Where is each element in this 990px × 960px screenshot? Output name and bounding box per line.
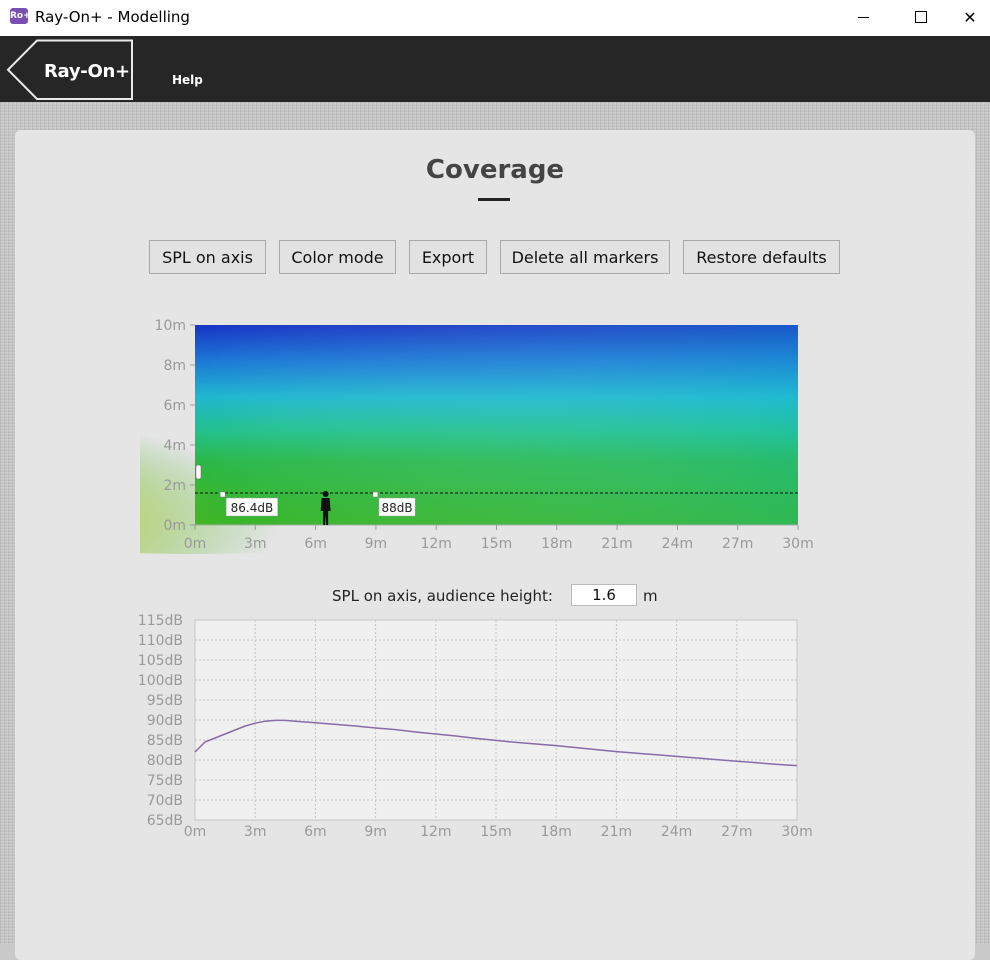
- marker-label: 86.4dB: [231, 501, 274, 515]
- spl-audience-row: SPL on axis, audience height: m: [0, 584, 990, 608]
- y-tick-label: 105dB: [138, 653, 183, 669]
- y-tick-label: 90dB: [147, 713, 183, 729]
- x-tick-label: 0m: [184, 536, 207, 552]
- restore-defaults-button[interactable]: Restore defaults: [683, 240, 840, 274]
- x-tick-label: 27m: [721, 824, 752, 840]
- marker-label: 88dB: [382, 501, 413, 515]
- y-tick-label: 2m: [163, 478, 186, 494]
- marker-handle[interactable]: [372, 491, 379, 498]
- heatmap-area: [140, 325, 798, 554]
- x-tick-label: 24m: [662, 536, 693, 552]
- window-title-bar: Ro+ Ray-On+ - Modelling ✕: [0, 0, 990, 36]
- x-tick-label: 9m: [365, 536, 388, 552]
- y-tick-label: 65dB: [147, 813, 183, 829]
- app-toolbar: Ray-On+ Help: [0, 36, 990, 102]
- speaker-icon[interactable]: [195, 464, 202, 480]
- minimize-button[interactable]: [834, 0, 892, 34]
- window-title: Ray-On+ - Modelling: [35, 8, 190, 26]
- x-tick-label: 9m: [364, 824, 387, 840]
- back-button[interactable]: Ray-On+: [6, 39, 136, 101]
- x-tick-label: 15m: [481, 536, 512, 552]
- audience-height-unit: m: [643, 587, 658, 605]
- y-tick-label: 6m: [163, 398, 186, 414]
- y-tick-label: 85dB: [147, 733, 183, 749]
- x-tick-label: 3m: [244, 536, 267, 552]
- x-tick-label: 3m: [244, 824, 267, 840]
- y-tick-label: 100dB: [138, 673, 183, 689]
- x-tick-label: 6m: [304, 536, 327, 552]
- marker-handle[interactable]: [219, 491, 226, 498]
- x-tick-label: 6m: [304, 824, 327, 840]
- maximize-button[interactable]: [892, 0, 950, 34]
- y-tick-label: 110dB: [138, 633, 183, 649]
- y-tick-label: 115dB: [138, 613, 183, 629]
- page-title: Coverage: [425, 155, 565, 185]
- x-tick-label: 0m: [184, 824, 207, 840]
- x-tick-label: 21m: [601, 536, 632, 552]
- y-tick-label: 80dB: [147, 753, 183, 769]
- coverage-map[interactable]: 10m 8m 6m 4m 2m 0m 0m 3m 6m 9m 12m 15m 18m 21m 24m 27m 3…: [140, 310, 840, 560]
- y-tick-label: 95dB: [147, 693, 183, 709]
- close-icon: ✕: [963, 7, 977, 27]
- x-tick-label: 30m: [782, 536, 813, 552]
- y-tick-label: 75dB: [147, 773, 183, 789]
- x-tick-label: 15m: [480, 824, 511, 840]
- spl-on-axis-button[interactable]: SPL on axis: [149, 240, 266, 274]
- app-logo-icon: Ro+: [10, 8, 31, 24]
- x-tick-label: 24m: [661, 824, 692, 840]
- audience-height-input[interactable]: [571, 584, 637, 606]
- y-tick-label: 4m: [163, 438, 186, 454]
- help-link[interactable]: Help: [172, 73, 203, 87]
- x-tick-label: 18m: [541, 536, 572, 552]
- title-underline: [478, 198, 510, 201]
- x-tick-label: 18m: [540, 824, 571, 840]
- back-button-label: Ray-On+: [44, 61, 130, 82]
- x-tick-label: 12m: [420, 536, 451, 552]
- x-tick-label: 21m: [601, 824, 632, 840]
- y-tick-label: 0m: [163, 518, 186, 534]
- minimize-icon: [857, 16, 869, 18]
- maximize-icon: [915, 11, 927, 23]
- x-tick-label: 30m: [781, 824, 812, 840]
- x-tick-label: 12m: [420, 824, 451, 840]
- spl-audience-height-label: SPL on axis, audience height:: [332, 587, 553, 605]
- y-tick-label: 10m: [155, 318, 186, 334]
- delete-all-markers-button[interactable]: Delete all markers: [500, 240, 670, 274]
- y-tick-label: 8m: [163, 358, 186, 374]
- color-mode-button[interactable]: Color mode: [279, 240, 396, 274]
- export-button[interactable]: Export: [409, 240, 487, 274]
- close-button[interactable]: ✕: [950, 0, 990, 34]
- spl-on-axis-chart: 115dB 110dB 105dB 100dB 95dB 90dB 85dB 80dB 75dB…: [138, 613, 813, 840]
- x-tick-label: 27m: [722, 536, 753, 552]
- y-tick-label: 70dB: [147, 793, 183, 809]
